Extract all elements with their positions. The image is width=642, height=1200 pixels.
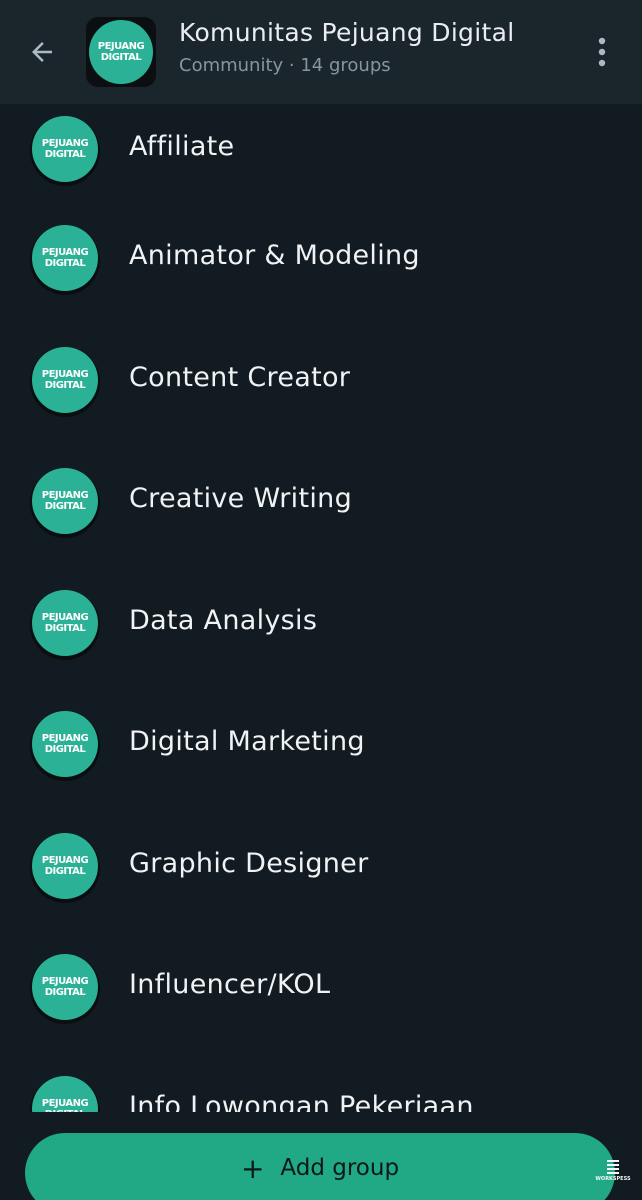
group-name: Content Creator xyxy=(129,362,351,393)
arrow-left-icon xyxy=(32,42,52,62)
group-name: Data Analysis xyxy=(129,605,318,636)
group-item-affiliate[interactable]: PEJUANG DIGITAL Affiliate xyxy=(0,113,642,223)
group-item-digital-marketing[interactable]: PEJUANG DIGITAL Digital Marketing xyxy=(0,708,642,818)
plus-icon: + xyxy=(240,1152,265,1185)
group-item-influencer-kol[interactable]: PEJUANG DIGITAL Influencer/KOL xyxy=(0,951,642,1061)
more-vertical-icon xyxy=(598,37,606,67)
group-avatar: PEJUANG DIGITAL xyxy=(30,833,100,903)
community-info[interactable]: Komunitas Pejuang Digital Community · 14… xyxy=(179,18,514,76)
add-group-button[interactable]: + Add group xyxy=(25,1133,615,1200)
group-item-data-analysis[interactable]: PEJUANG DIGITAL Data Analysis xyxy=(0,587,642,697)
add-group-label: Add group xyxy=(280,1155,400,1181)
pejuang-digital-logo: PEJUANG DIGITAL xyxy=(32,116,98,182)
group-name: Graphic Designer xyxy=(129,848,369,879)
pejuang-digital-logo: PEJUANG DIGITAL xyxy=(32,590,98,656)
pejuang-digital-logo: PEJUANG DIGITAL xyxy=(89,20,153,84)
group-name: Creative Writing xyxy=(129,483,353,514)
group-name: Influencer/KOL xyxy=(129,969,331,1000)
group-item-animator-modeling[interactable]: PEJUANG DIGITAL Animator & Modeling xyxy=(0,222,642,332)
group-name: Affiliate xyxy=(129,131,235,162)
watermark-logo: WORKSPESS xyxy=(595,1160,631,1182)
pejuang-digital-logo: PEJUANG DIGITAL xyxy=(32,468,98,534)
pejuang-digital-logo: PEJUANG DIGITAL xyxy=(32,711,98,777)
community-title: Komunitas Pejuang Digital xyxy=(179,18,515,47)
pejuang-digital-logo: PEJUANG DIGITAL xyxy=(32,225,98,291)
pejuang-digital-logo: PEJUANG DIGITAL xyxy=(32,954,98,1020)
group-item-creative-writing[interactable]: PEJUANG DIGITAL Creative Writing xyxy=(0,465,642,575)
group-avatar: PEJUANG DIGITAL xyxy=(30,590,100,660)
group-list: PEJUANG DIGITAL Affiliate PEJUANG DIGITA… xyxy=(0,0,642,1200)
group-name: Animator & Modeling xyxy=(129,240,420,271)
bottom-bar: + Add group xyxy=(0,1112,642,1200)
group-avatar: PEJUANG DIGITAL xyxy=(30,954,100,1024)
group-avatar: PEJUANG DIGITAL xyxy=(30,116,100,186)
group-item-graphic-designer[interactable]: PEJUANG DIGITAL Graphic Designer xyxy=(0,830,642,940)
group-item-content-creator[interactable]: PEJUANG DIGITAL Content Creator xyxy=(0,344,642,454)
pejuang-digital-logo: PEJUANG DIGITAL xyxy=(32,833,98,899)
back-button[interactable] xyxy=(20,30,64,74)
app-header: PEJUANG DIGITAL Komunitas Pejuang Digita… xyxy=(0,0,642,104)
pejuang-digital-logo: PEJUANG DIGITAL xyxy=(32,347,98,413)
group-avatar: PEJUANG DIGITAL xyxy=(30,347,100,417)
watermark-text: WORKSPESS xyxy=(595,1176,631,1182)
watermark-icon xyxy=(607,1160,619,1174)
community-screen: PEJUANG DIGITAL Affiliate PEJUANG DIGITA… xyxy=(0,0,642,1200)
group-avatar: PEJUANG DIGITAL xyxy=(30,468,100,538)
group-avatar: PEJUANG DIGITAL xyxy=(30,225,100,295)
group-avatar: PEJUANG DIGITAL xyxy=(30,711,100,781)
community-subtitle: Community · 14 groups xyxy=(179,55,391,76)
more-options-button[interactable] xyxy=(582,30,622,74)
community-avatar[interactable]: PEJUANG DIGITAL xyxy=(86,17,156,87)
group-name: Digital Marketing xyxy=(129,726,365,757)
